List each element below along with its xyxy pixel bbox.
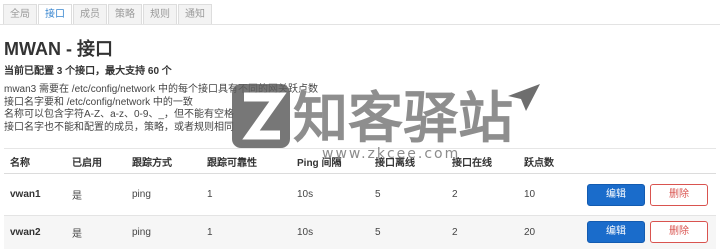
column-header-track-reliability: 跟踪可靠性 — [207, 157, 257, 169]
column-header-interface-down: 接口离线 — [375, 157, 415, 169]
table-header-row: 名称 已启用 跟踪方式 跟踪可靠性 Ping 间隔 接口离线 接口在线 跃点数 — [4, 148, 716, 174]
cell-interface-up: 2 — [452, 226, 458, 238]
cell-track-reliability: 1 — [207, 189, 213, 200]
watermark-brand: 知客驿站 — [293, 86, 513, 150]
cell-name: vwan1 — [10, 189, 41, 200]
tab-members[interactable]: 成员 — [73, 4, 107, 24]
cell-track-reliability: 1 — [207, 226, 213, 238]
cell-actions: 编辑 删除 — [581, 174, 716, 216]
tab-rules[interactable]: 规则 — [143, 4, 177, 24]
note-name-unique: 接口名字也不能和配置的成员，策略，或者规则相同 — [4, 121, 234, 133]
interface-count-summary: 当前已配置 3 个接口，最大支持 60 个 — [4, 66, 172, 77]
note-unique-metric: mwan3 需要在 /etc/config/network 中的每个接口具有不同… — [4, 84, 318, 95]
cell-actions: 编辑 删除 — [581, 216, 716, 249]
edit-button[interactable]: 编辑 — [587, 221, 645, 244]
section-tabs: 全局 接口 成员 策略 规则 通知 — [3, 4, 213, 24]
column-header-track-method: 跟踪方式 — [132, 157, 172, 169]
cell-enabled: 是 — [72, 228, 82, 240]
cell-track-method: ping — [132, 189, 151, 200]
delete-button[interactable]: 删除 — [650, 221, 708, 244]
table-row: vwan2 是 ping 1 10s 5 2 20 编辑 删除 — [4, 215, 716, 249]
column-header-ping-interval: Ping 间隔 — [297, 157, 342, 169]
note-name-match: 接口名字要和 /etc/config/network 中的一致 — [4, 96, 193, 108]
cell-track-method: ping — [132, 226, 151, 238]
cell-interface-up: 2 — [452, 189, 458, 200]
cell-name: vwan2 — [10, 226, 41, 238]
note-name-characters: 名称可以包含字符A-Z、a-z、0-9、_，但不能有空格 — [4, 109, 235, 121]
cell-enabled: 是 — [72, 191, 82, 202]
cell-metric: 10 — [524, 189, 536, 200]
column-header-actions — [581, 149, 716, 174]
tab-notify[interactable]: 通知 — [178, 4, 212, 24]
cell-metric: 20 — [524, 226, 536, 238]
column-header-metric: 跃点数 — [524, 157, 554, 169]
edit-button[interactable]: 编辑 — [587, 183, 645, 206]
tab-global[interactable]: 全局 — [3, 4, 37, 24]
page-title: MWAN - 接口 — [4, 39, 113, 59]
tab-interfaces[interactable]: 接口 — [38, 4, 72, 24]
cell-ping-interval: 10s — [297, 226, 314, 238]
cell-interface-down: 5 — [375, 226, 381, 238]
column-header-enabled: 已启用 — [72, 157, 102, 169]
interfaces-table: 名称 已启用 跟踪方式 跟踪可靠性 Ping 间隔 接口离线 接口在线 跃点数 … — [4, 148, 716, 249]
cell-interface-down: 5 — [375, 189, 381, 200]
table-row: vwan1 是 ping 1 10s 5 2 10 编辑 删除 — [4, 173, 716, 216]
delete-button[interactable]: 删除 — [650, 183, 708, 206]
watermark-pointer-icon — [508, 84, 540, 111]
tab-policies[interactable]: 策略 — [108, 4, 142, 24]
cell-ping-interval: 10s — [297, 189, 314, 200]
column-header-name: 名称 — [10, 157, 30, 169]
column-header-interface-up: 接口在线 — [452, 157, 492, 169]
notes: mwan3 需要在 /etc/config/network 中的每个接口具有不同… — [4, 84, 318, 134]
tabs-divider — [0, 24, 720, 25]
